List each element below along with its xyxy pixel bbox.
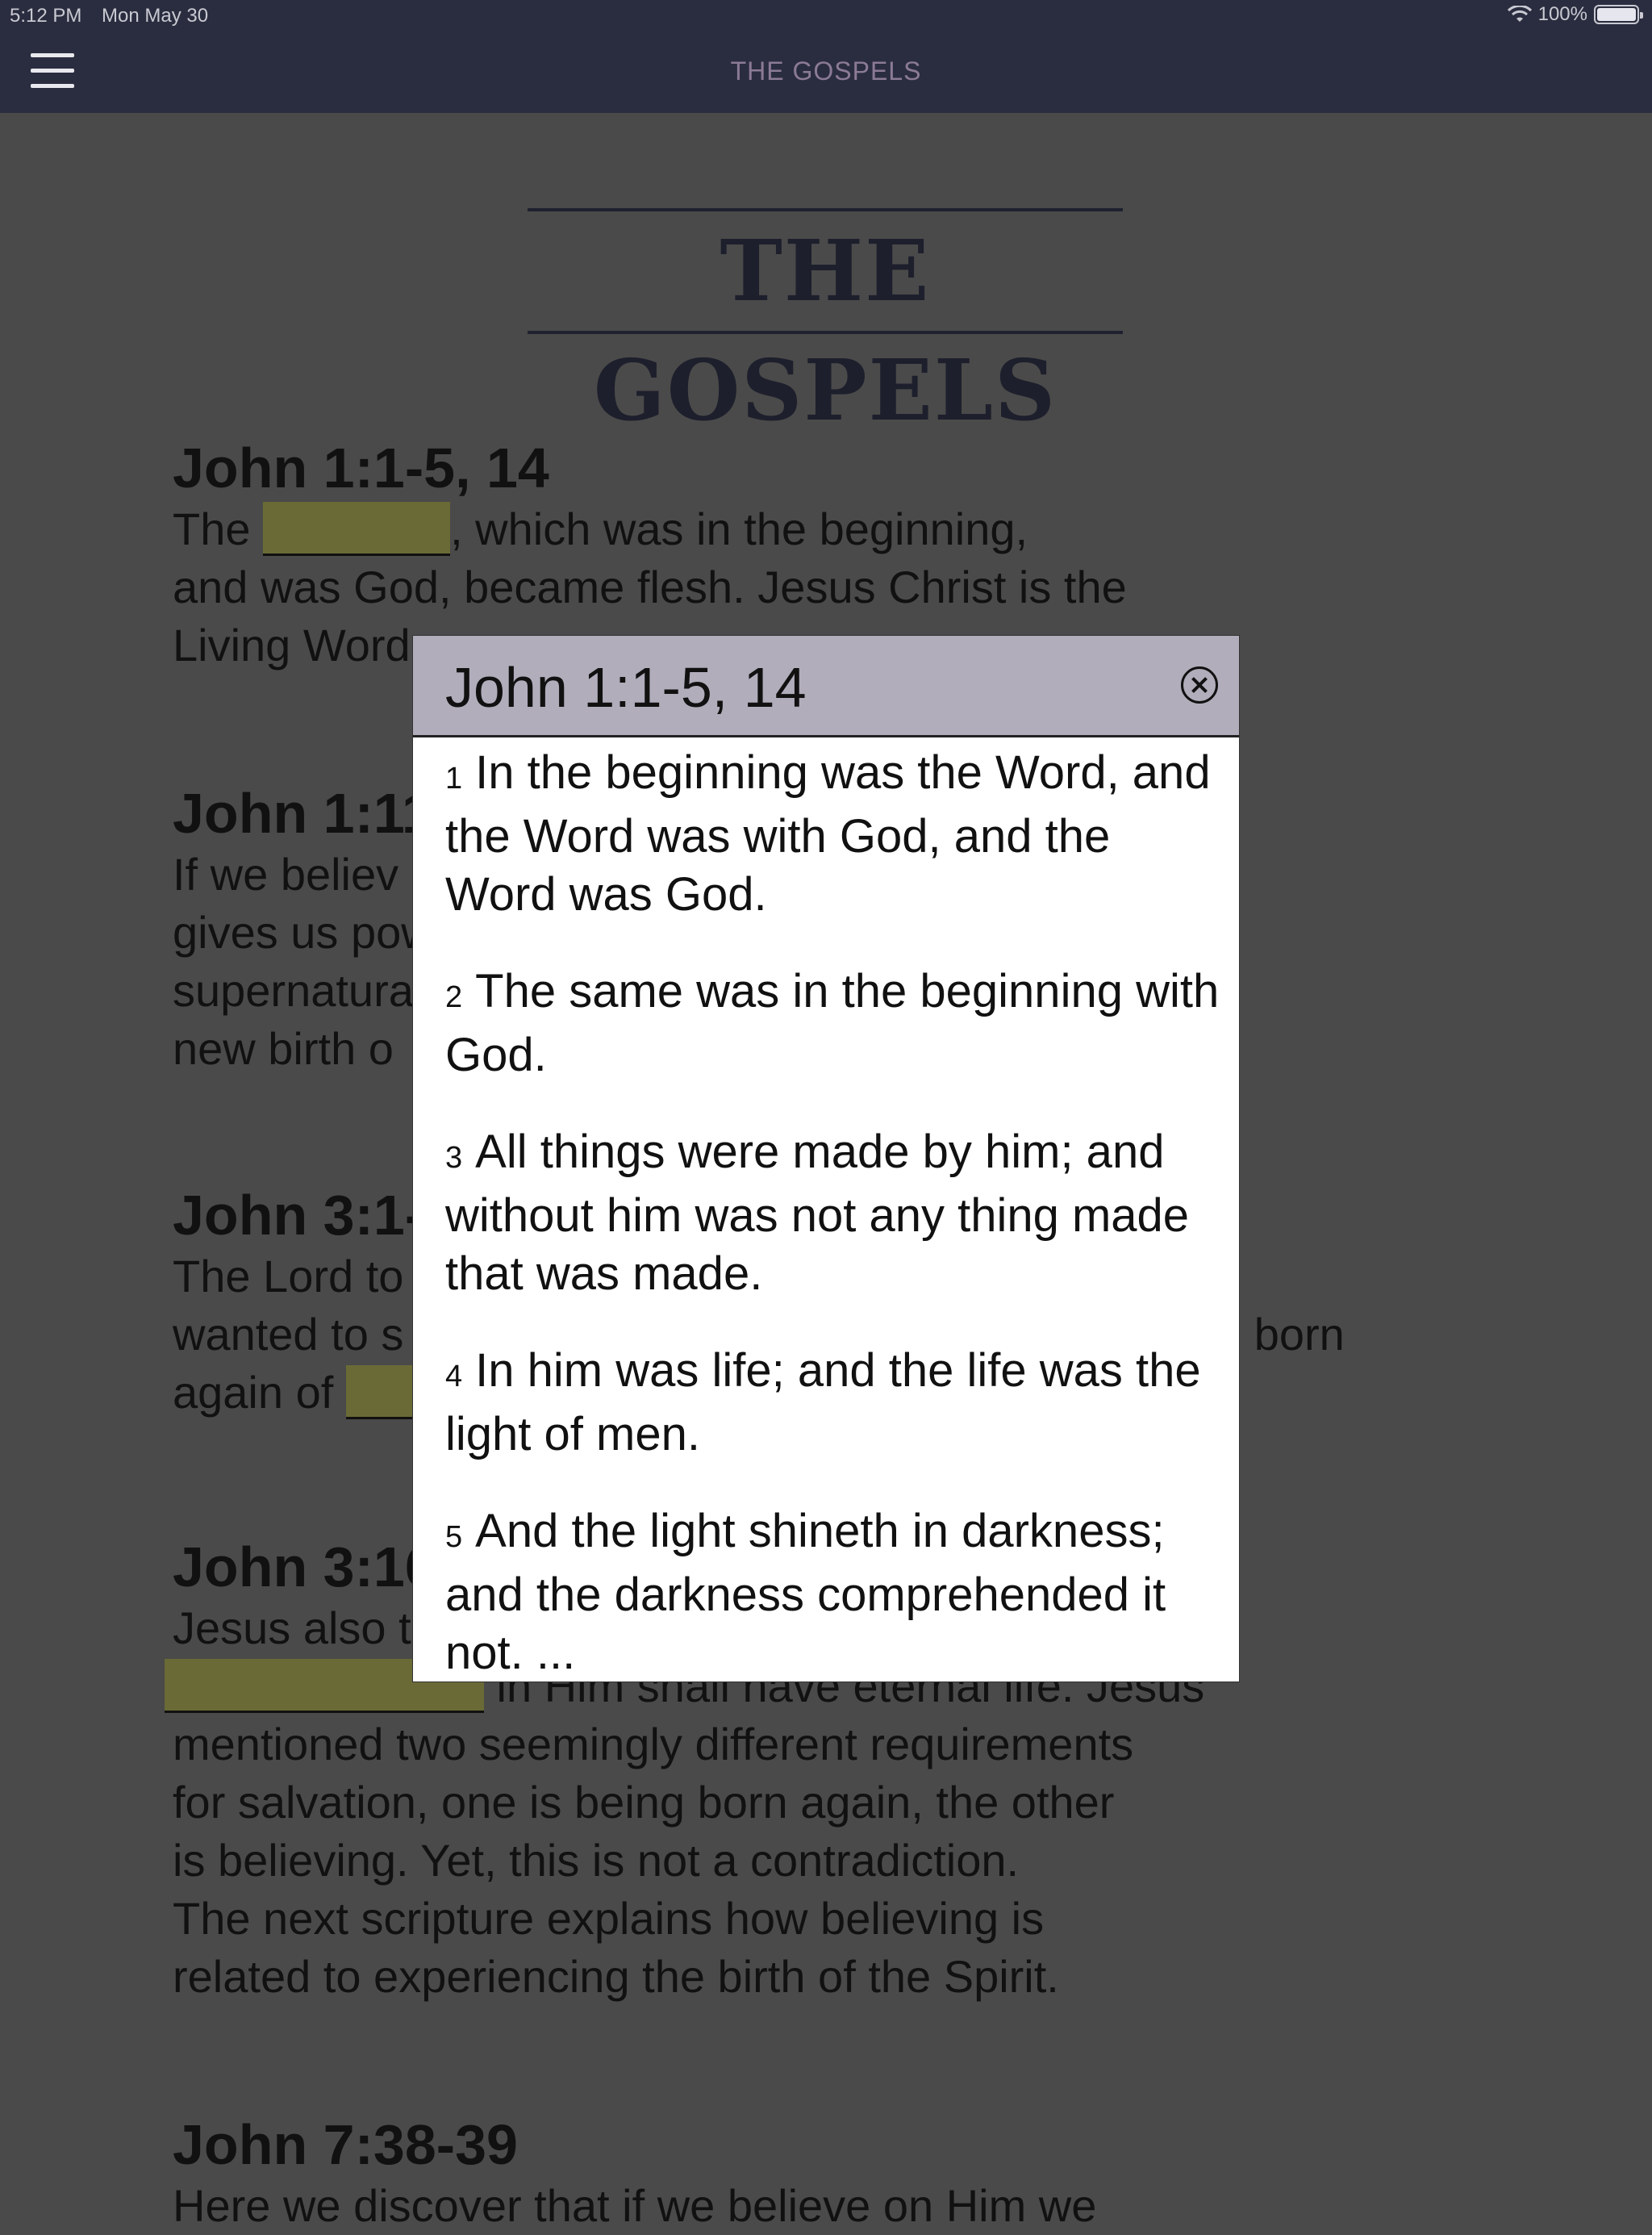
fill-in-blank[interactable] bbox=[345, 1365, 419, 1419]
body-text: is believing. Yet, this is not a contrad… bbox=[173, 1835, 1020, 1886]
body-text: The next scripture explains how believin… bbox=[173, 1893, 1045, 1944]
verse: 2 The same was in the beginning with God. bbox=[445, 963, 1220, 1084]
body-text: and was God, became flesh. Jesus Christ … bbox=[173, 562, 1127, 612]
body-text: wanted to s bbox=[173, 1309, 404, 1360]
status-time: 5:12 PM bbox=[10, 5, 82, 27]
body-text: related to experiencing the birth of the… bbox=[173, 1951, 1059, 2002]
body-text: The bbox=[173, 503, 264, 554]
verse-number: 5 bbox=[445, 1520, 463, 1554]
nav-title: THE GOSPELS bbox=[730, 56, 922, 86]
section-body: Here we discover that if we believe on H… bbox=[173, 2177, 1463, 2235]
verse-text: In the beginning was the Word, and the W… bbox=[445, 746, 1211, 921]
battery-icon bbox=[1594, 5, 1643, 24]
body-text: for salvation, one is being born again, … bbox=[173, 1777, 1115, 1828]
verse-number: 2 bbox=[445, 980, 463, 1014]
section-john-7-38: John 7:38-39 Here we discover that if we… bbox=[173, 2112, 1463, 2235]
verse-text: All things were made by him; and without… bbox=[445, 1126, 1190, 1300]
section-title: John 7:38-39 bbox=[173, 2113, 518, 2176]
verse-number: 3 bbox=[445, 1141, 463, 1175]
status-bar: 5:12 PM Mon May 30 100% bbox=[0, 0, 1652, 32]
modal-title: John 1:1-5, 14 bbox=[445, 656, 807, 719]
body-text: Here we discover that if we believe on H… bbox=[173, 2180, 1097, 2231]
body-text: mentioned two seemingly different requir… bbox=[173, 1719, 1134, 1769]
modal-header: John 1:1-5, 14 bbox=[413, 636, 1239, 737]
body-text: again of bbox=[173, 1367, 346, 1418]
body-text: , which was in the beginning, bbox=[450, 503, 1028, 554]
page-heading: THE GOSPELS bbox=[528, 208, 1123, 440]
status-date: Mon May 30 bbox=[102, 5, 209, 27]
verse-text: In him was life; and the life was the li… bbox=[445, 1344, 1201, 1460]
wifi-icon bbox=[1507, 6, 1532, 22]
status-right: 100% bbox=[1507, 3, 1643, 26]
verse: 1 In the beginning was the Word, and the … bbox=[445, 744, 1220, 924]
close-icon[interactable] bbox=[1181, 666, 1218, 704]
verse: 5 And the light shineth in darkness; and … bbox=[445, 1502, 1220, 1682]
fill-in-blank[interactable] bbox=[263, 502, 451, 556]
verse: 4 In him was life; and the life was the l… bbox=[445, 1342, 1220, 1464]
verse-number: 4 bbox=[445, 1360, 463, 1393]
verse-text: The same was in the beginning with God. bbox=[445, 965, 1220, 1081]
verse-list: 1 In the beginning was the Word, and the … bbox=[445, 744, 1220, 1721]
verse-number: 1 bbox=[445, 762, 463, 796]
scripture-modal: John 1:1-5, 14 1 In the beginning was the… bbox=[413, 636, 1239, 1681]
battery-percent: 100% bbox=[1537, 3, 1587, 25]
verse: 3 All things were made by him; and withou… bbox=[445, 1123, 1220, 1303]
section-title: John 1:1-5, 14 bbox=[173, 437, 549, 499]
verse-text: And the light shineth in darkness; and t… bbox=[445, 1505, 1166, 1679]
